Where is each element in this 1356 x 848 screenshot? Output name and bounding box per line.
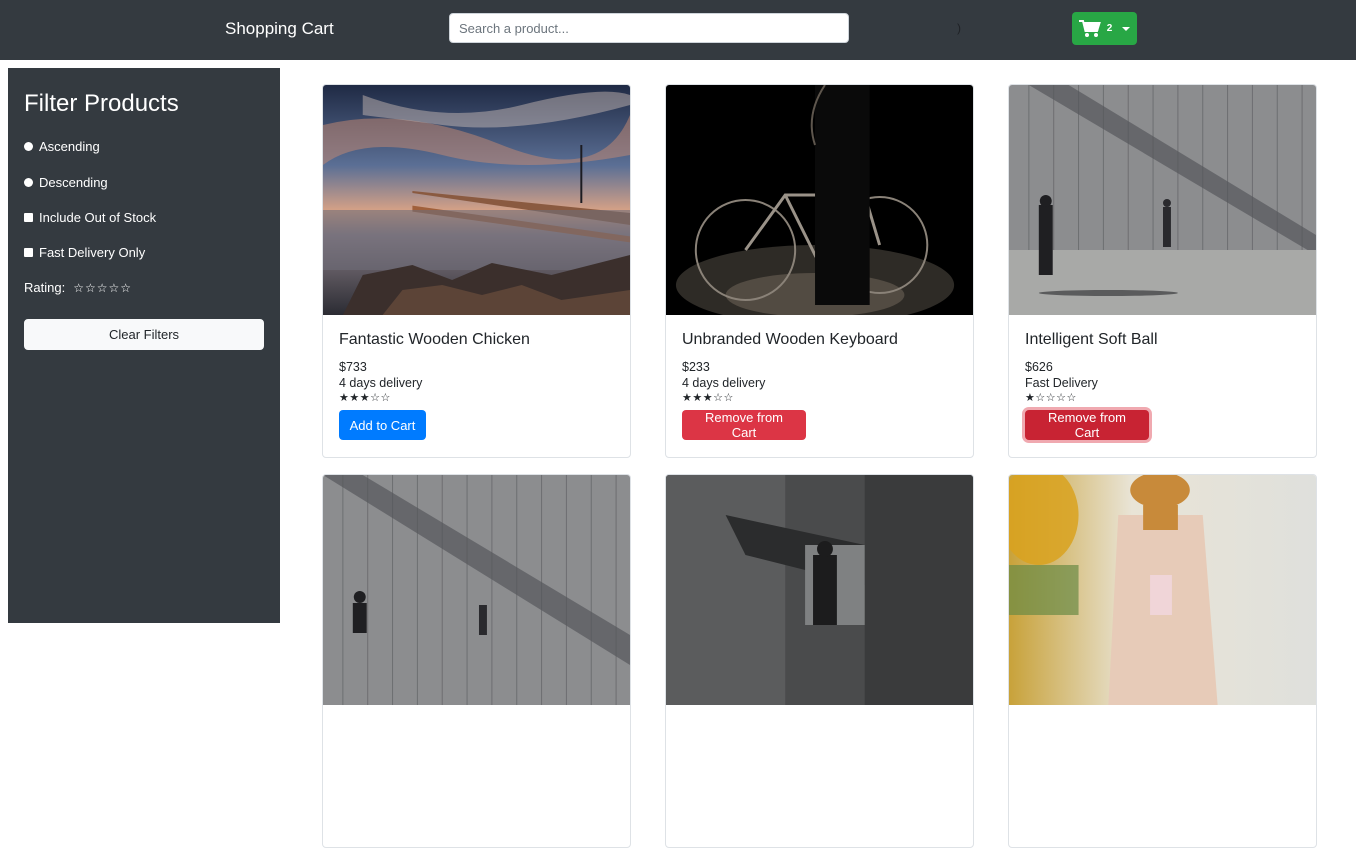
- product-image-woman: [1009, 475, 1316, 705]
- checkbox-control[interactable]: [24, 213, 33, 222]
- product-delivery: Fast Delivery: [1025, 376, 1098, 390]
- product-rating-stars: ★☆☆☆☆: [1025, 392, 1077, 404]
- filter-fast-delivery-checkbox[interactable]: Fast Delivery Only: [24, 245, 145, 260]
- product-image-walking: [1009, 85, 1316, 315]
- rating-stars-input[interactable]: ☆☆☆☆☆: [73, 281, 132, 295]
- product-title: Fantastic Wooden Chicken: [339, 331, 530, 348]
- product-card: [322, 474, 631, 848]
- product-delivery: 4 days delivery: [339, 376, 423, 390]
- product-card: [1008, 474, 1317, 848]
- product-card: Intelligent Soft Ball $626 Fast Delivery…: [1008, 84, 1317, 458]
- clear-filters-button[interactable]: Clear Filters: [24, 319, 264, 350]
- filter-option-label: Include Out of Stock: [39, 210, 157, 225]
- radio-control[interactable]: [24, 178, 33, 187]
- filter-out-of-stock-checkbox[interactable]: Include Out of Stock: [24, 210, 156, 225]
- shopping-cart-icon: [1078, 19, 1101, 38]
- product-image-bicycle: [666, 85, 973, 315]
- filter-descending-radio[interactable]: Descending: [24, 175, 108, 190]
- brand-title[interactable]: Shopping Cart: [225, 19, 334, 39]
- filter-ascending-radio[interactable]: Ascending: [24, 139, 100, 154]
- caret-down-icon: [1122, 26, 1131, 31]
- product-price: $626: [1025, 360, 1053, 374]
- product-image-walking: [323, 475, 630, 705]
- product-card: Unbranded Wooden Keyboard $233 4 days de…: [665, 84, 974, 458]
- filter-option-label: Descending: [39, 175, 108, 190]
- product-price: $733: [339, 360, 367, 374]
- remove-from-cart-button[interactable]: Remove from Cart: [1025, 410, 1149, 440]
- search-input[interactable]: [449, 13, 849, 43]
- filter-option-label: Fast Delivery Only: [39, 245, 146, 260]
- filter-title: Filter Products: [24, 90, 179, 117]
- rating-filter: Rating: ☆☆☆☆☆: [24, 280, 132, 295]
- stray-text: ): [957, 21, 961, 35]
- product-title: Intelligent Soft Ball: [1025, 331, 1158, 348]
- remove-from-cart-button[interactable]: Remove from Cart: [682, 410, 806, 440]
- navbar: Shopping Cart ) 2: [0, 0, 1356, 60]
- product-price: $233: [682, 360, 710, 374]
- product-title: Unbranded Wooden Keyboard: [682, 331, 898, 348]
- checkbox-control[interactable]: [24, 248, 33, 257]
- product-card: [665, 474, 974, 848]
- product-card: Fantastic Wooden Chicken $733 4 days del…: [322, 84, 631, 458]
- product-image-concrete: [666, 475, 973, 705]
- filter-option-label: Ascending: [39, 139, 100, 154]
- add-to-cart-button[interactable]: Add to Cart: [339, 410, 426, 440]
- rating-label: Rating:: [24, 280, 66, 295]
- filter-sidebar: Filter Products Ascending Descending Inc…: [8, 68, 280, 623]
- cart-count-badge: 2: [1106, 23, 1113, 34]
- product-rating-stars: ★★★☆☆: [339, 392, 391, 404]
- radio-control[interactable]: [24, 142, 33, 151]
- cart-dropdown-button[interactable]: 2: [1072, 12, 1137, 45]
- product-rating-stars: ★★★☆☆: [682, 392, 734, 404]
- product-image-pier: [323, 85, 630, 315]
- product-delivery: 4 days delivery: [682, 376, 766, 390]
